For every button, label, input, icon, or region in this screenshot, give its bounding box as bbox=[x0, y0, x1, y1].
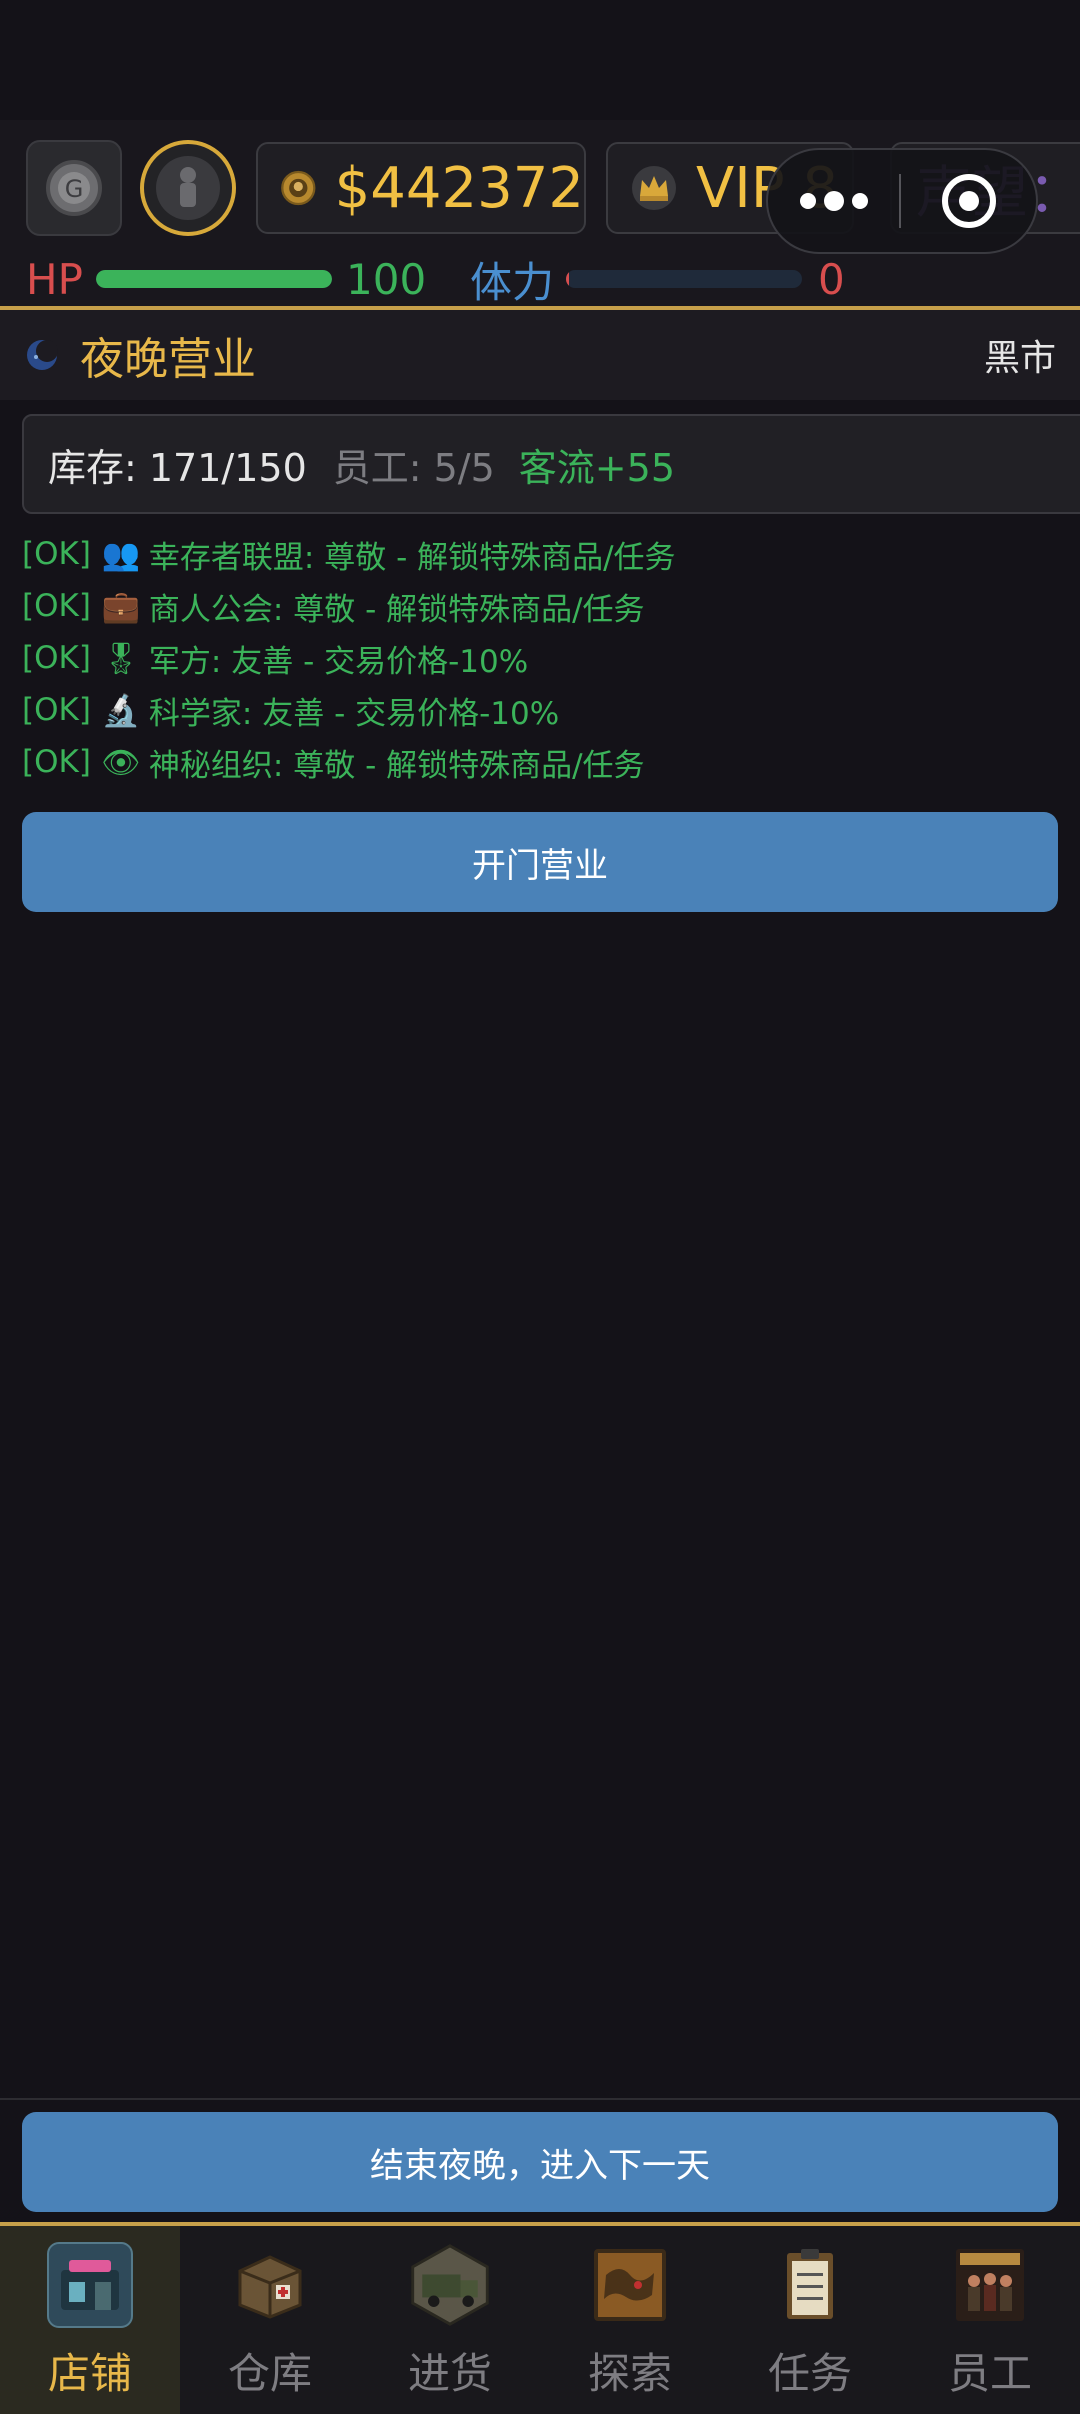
svg-text:G: G bbox=[65, 175, 84, 203]
content-divider bbox=[0, 2098, 1080, 2100]
status-tag: [OK] bbox=[22, 744, 91, 780]
map-icon bbox=[594, 2249, 666, 2321]
list-item: [OK] 💼 商人公会: 尊敬 - 解锁特殊商品/任务 bbox=[22, 580, 1062, 632]
medal-icon: 🎖 bbox=[101, 640, 141, 677]
crate-icon bbox=[227, 2242, 313, 2328]
stamina-value: 0 bbox=[818, 254, 845, 304]
stamina-bar-fill bbox=[566, 270, 569, 288]
faction-text: 科学家: 友善 - 交易价格-10% bbox=[148, 695, 560, 732]
team-icon bbox=[956, 2249, 1024, 2321]
status-tag: [OK] bbox=[22, 640, 91, 676]
faction-text: 商人公会: 尊敬 - 解锁特殊商品/任务 bbox=[148, 591, 645, 628]
more-menu-button[interactable] bbox=[768, 191, 899, 211]
more-dot-icon bbox=[851, 193, 868, 209]
coin-icon bbox=[281, 170, 316, 206]
list-item: [OK] 🔬 科学家: 友善 - 交易价格-10% bbox=[22, 684, 1062, 736]
nav-item-restock[interactable]: 进货 bbox=[360, 2222, 540, 2414]
section-header: 夜晚营业 黑市 bbox=[0, 310, 1080, 400]
nav-item-tasks[interactable]: 任务 bbox=[720, 2222, 900, 2414]
crate-icon bbox=[238, 2255, 302, 2319]
hp-value: 100 bbox=[346, 254, 427, 304]
nav-label: 店铺 bbox=[47, 2349, 132, 2398]
hp-bar-fill bbox=[96, 270, 332, 288]
nav-divider bbox=[0, 2222, 1080, 2226]
nav-item-explore[interactable]: 探索 bbox=[540, 2222, 720, 2414]
miniprogram-capsule bbox=[766, 148, 1038, 254]
close-miniprogram-button[interactable] bbox=[901, 171, 1036, 231]
faction-text: 军方: 友善 - 交易价格-10% bbox=[148, 643, 529, 680]
nav-item-warehouse[interactable]: 仓库 bbox=[180, 2222, 360, 2414]
target-icon bbox=[941, 174, 996, 228]
black-market-link[interactable]: 黑市 bbox=[984, 329, 1056, 381]
status-tag: [OK] bbox=[22, 692, 91, 728]
hp-label: HP bbox=[26, 254, 83, 304]
more-dot-icon bbox=[799, 193, 816, 209]
faction-list: [OK] 👥 幸存者联盟: 尊敬 - 解锁特殊商品/任务 [OK] 💼 商人公会… bbox=[22, 528, 1062, 788]
gear-icon: G bbox=[46, 160, 102, 216]
faction-text: 神秘组织: 尊敬 - 解锁特殊商品/任务 bbox=[148, 747, 645, 784]
status-bar-area bbox=[0, 0, 1080, 120]
settings-button[interactable]: G bbox=[26, 140, 122, 236]
bottom-nav: 店铺 仓库 进货 探索 任务 员工 bbox=[0, 2222, 1080, 2414]
nav-label: 探索 bbox=[587, 2349, 672, 2398]
nav-item-staff[interactable]: 员工 bbox=[900, 2222, 1080, 2414]
more-dot-icon bbox=[823, 191, 844, 211]
status-tag: [OK] bbox=[22, 588, 91, 624]
avatar-icon bbox=[156, 156, 220, 220]
end-night-button[interactable]: 结束夜晚，进入下一天 bbox=[22, 2112, 1058, 2212]
status-tag: [OK] bbox=[22, 536, 91, 572]
faction-text: 幸存者联盟: 尊敬 - 解锁特殊商品/任务 bbox=[148, 539, 676, 576]
hp-bar bbox=[96, 270, 332, 288]
nav-label: 进货 bbox=[407, 2349, 492, 2398]
nav-label: 员工 bbox=[947, 2349, 1032, 2398]
shop-icon bbox=[61, 2260, 119, 2310]
people-icon: 👥 bbox=[101, 536, 141, 573]
nav-label: 仓库 bbox=[227, 2349, 312, 2398]
truck-icon bbox=[411, 2244, 489, 2326]
stamina-label: 体力 bbox=[470, 257, 555, 307]
moon-icon bbox=[27, 340, 58, 370]
avatar-button[interactable] bbox=[140, 140, 236, 236]
list-item: [OK] 👁 神秘组织: 尊敬 - 解锁特殊商品/任务 bbox=[22, 736, 1062, 788]
nav-item-shop[interactable]: 店铺 bbox=[0, 2222, 180, 2414]
eye-icon: 👁 bbox=[101, 744, 141, 781]
clipboard-icon bbox=[767, 2242, 853, 2328]
shop-info-box: 库存: 171/150 员工: 5/5 客流+55 bbox=[22, 414, 1080, 514]
money-value: $442372 bbox=[334, 155, 584, 221]
map-icon bbox=[587, 2242, 673, 2328]
stamina-bar bbox=[566, 270, 802, 288]
truck-icon bbox=[407, 2242, 493, 2328]
customer-flow: 客流+55 bbox=[518, 445, 675, 490]
top-header: G $442372 VIP 8 声望：4 bbox=[0, 120, 1080, 307]
nav-label: 任务 bbox=[767, 2349, 852, 2398]
list-item: [OK] 🎖 军方: 友善 - 交易价格-10% bbox=[22, 632, 1062, 684]
clipboard-icon bbox=[787, 2249, 833, 2319]
crown-icon bbox=[632, 166, 676, 210]
money-display: $442372 bbox=[256, 142, 586, 234]
section-title: 夜晚营业 bbox=[80, 334, 256, 385]
microscope-icon: 🔬 bbox=[101, 692, 141, 729]
staff-count: 员工: 5/5 bbox=[332, 445, 495, 490]
open-shop-button[interactable]: 开门营业 bbox=[22, 812, 1058, 912]
stock-count: 库存: 171/150 bbox=[48, 445, 307, 490]
vitals-row: HP 100 体力 0 bbox=[26, 254, 1066, 307]
team-icon bbox=[947, 2242, 1033, 2328]
list-item: [OK] 👥 幸存者联盟: 尊敬 - 解锁特殊商品/任务 bbox=[22, 528, 1062, 580]
shop-icon bbox=[47, 2242, 133, 2328]
briefcase-icon: 💼 bbox=[101, 588, 141, 625]
